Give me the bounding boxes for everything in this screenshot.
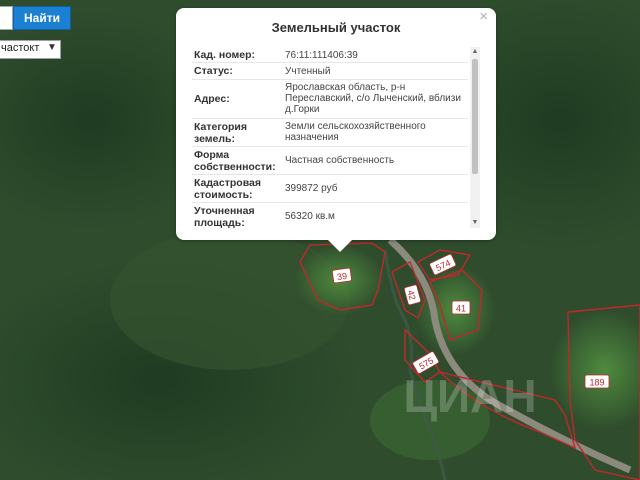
row-value: Учтенный — [285, 66, 331, 77]
table-row: Кад. номер: 76:11:111406:39 — [192, 47, 468, 63]
parcel-label-text: 189 — [589, 378, 604, 388]
table-row: Адрес: Ярославская область, р-н Переслав… — [192, 80, 468, 119]
table-row: Уточненная площадь: 56320 кв.м — [192, 203, 468, 228]
table-row: Категория земель: Земли сельскохозяйстве… — [192, 119, 468, 147]
popup-pointer — [328, 240, 352, 252]
scroll-up-icon[interactable]: ▲ — [470, 47, 480, 57]
popup-title: Земельный участок — [271, 20, 401, 35]
row-label: Уточненная площадь: — [194, 205, 255, 228]
row-label: Кад. номер: — [194, 49, 256, 61]
row-value: Земли сельскохозяйственного назначения — [285, 121, 426, 143]
chevron-down-icon: ▼ — [46, 42, 58, 55]
scroll-thumb[interactable] — [472, 59, 478, 174]
row-value: Частная собственность — [285, 155, 395, 166]
row-label: Кадастровая стоимость: — [194, 177, 261, 201]
table-row: Кадастровая стоимость: 399872 руб — [192, 175, 468, 203]
layer-select-value: частокт — [1, 42, 40, 54]
parcel-info-popup: × Земельный участок Кад. номер: 76:11:11… — [176, 8, 496, 252]
parcel-label-text: 41 — [456, 304, 466, 314]
table-row: Статус: Учтенный — [192, 63, 468, 80]
parcel-label-41[interactable]: 41 — [451, 300, 471, 315]
cian-watermark: ЦИАН — [403, 370, 536, 422]
layer-select[interactable]: частокт ▼ — [0, 40, 61, 59]
parcel-details-table[interactable]: Кад. номер: 76:11:111406:39 Статус: Учте… — [192, 47, 480, 228]
table-row: Форма собственности: Частная собственнос… — [192, 147, 468, 175]
row-label: Форма собственности: — [194, 149, 276, 173]
row-value: 76:11:111406:39 — [285, 50, 358, 61]
row-value: 56320 кв.м — [285, 211, 335, 222]
parcel-label-text: 39 — [336, 271, 347, 282]
parcel-label-189[interactable]: 189 — [584, 374, 610, 389]
row-label: Статус: — [194, 65, 233, 77]
row-value: Ярославская область, р-н Переславский, с… — [285, 82, 461, 115]
search-input[interactable] — [0, 6, 13, 30]
row-value: 399872 руб — [285, 183, 338, 194]
find-button[interactable]: Найти — [13, 6, 71, 30]
scroll-down-icon[interactable]: ▼ — [470, 218, 480, 228]
parcel-label-39[interactable]: 39 — [331, 267, 352, 284]
popup-scrollbar[interactable]: ▲ ▼ — [470, 47, 480, 228]
row-label: Адрес: — [194, 93, 230, 105]
row-label: Категория земель: — [194, 121, 248, 145]
